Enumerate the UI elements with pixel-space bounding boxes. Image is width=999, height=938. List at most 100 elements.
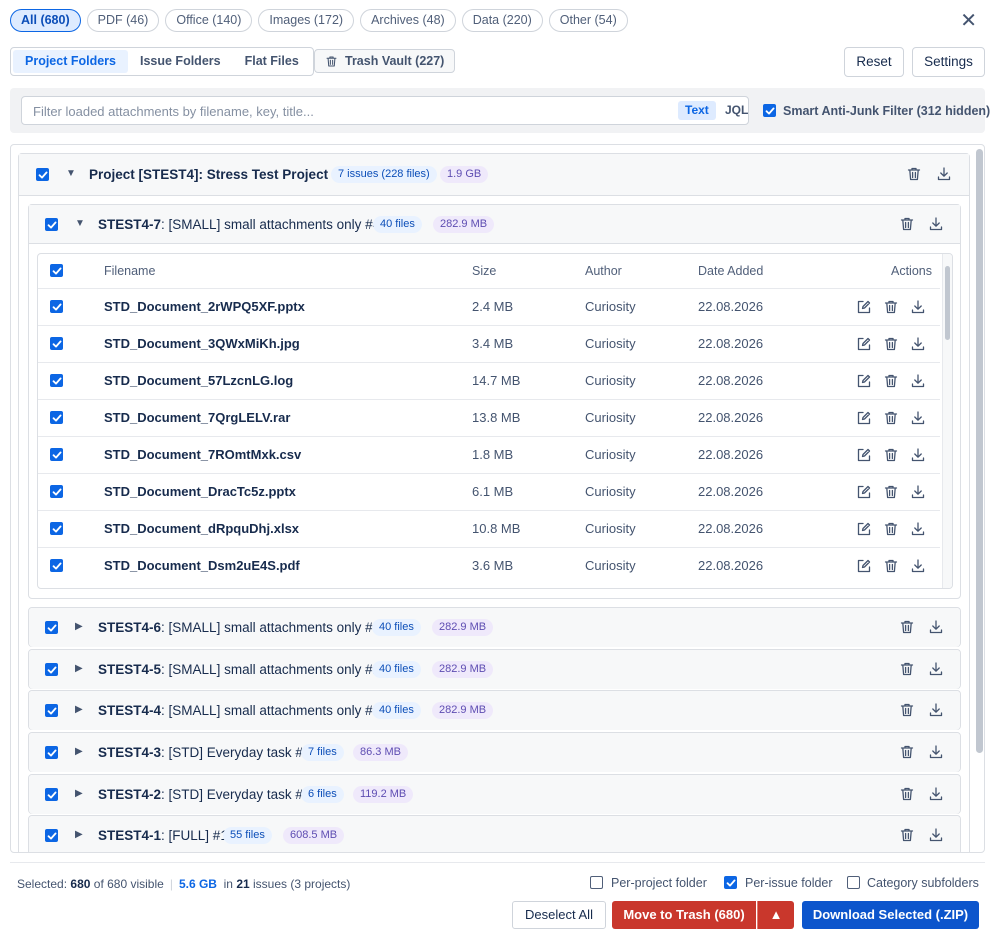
- trash-icon[interactable]: [883, 410, 899, 426]
- move-to-trash-button[interactable]: Move to Trash (680): [612, 901, 756, 929]
- download-icon[interactable]: [910, 299, 926, 315]
- header-size[interactable]: Size: [472, 254, 496, 288]
- issue-checkbox[interactable]: [45, 704, 58, 717]
- edit-icon[interactable]: [856, 447, 872, 463]
- download-icon[interactable]: [910, 521, 926, 537]
- download-icon[interactable]: [928, 661, 944, 677]
- download-icon[interactable]: [936, 166, 952, 182]
- expand-triangle-icon[interactable]: ▶: [75, 788, 83, 799]
- edit-icon[interactable]: [856, 373, 872, 389]
- per-project-folder-checkbox[interactable]: [590, 876, 603, 889]
- filter-chip-data[interactable]: Data (220): [461, 9, 543, 32]
- download-icon[interactable]: [910, 558, 926, 574]
- download-icon[interactable]: [928, 619, 944, 635]
- download-icon[interactable]: [910, 447, 926, 463]
- download-icon[interactable]: [928, 827, 944, 843]
- trash-options-dropdown[interactable]: ▲: [757, 901, 794, 929]
- trash-icon[interactable]: [883, 447, 899, 463]
- header-filename[interactable]: Filename: [104, 254, 155, 288]
- issue-checkbox[interactable]: [45, 788, 58, 801]
- category-subfolders-checkbox[interactable]: [847, 876, 860, 889]
- file-checkbox[interactable]: [50, 559, 63, 572]
- table-row[interactable]: STD_Document_7ROmtMxk.csv 1.8 MB Curiosi…: [38, 436, 940, 473]
- trash-icon[interactable]: [883, 521, 899, 537]
- deselect-all-button[interactable]: Deselect All: [512, 901, 606, 929]
- close-icon[interactable]: ✕: [960, 8, 977, 33]
- expand-triangle-icon[interactable]: ▶: [75, 829, 83, 840]
- download-icon[interactable]: [928, 216, 944, 232]
- collapse-triangle-icon[interactable]: ▼: [66, 168, 76, 179]
- collapse-triangle-icon[interactable]: ▼: [75, 218, 85, 229]
- filter-chip-other[interactable]: Other (54): [548, 9, 628, 32]
- trash-icon[interactable]: [883, 373, 899, 389]
- issue-checkbox[interactable]: [45, 829, 58, 842]
- issue-header[interactable]: ▶ STEST4-3: [STD] Everyday task #2 7 fil…: [29, 733, 960, 772]
- trash-icon[interactable]: [883, 484, 899, 500]
- issue-header[interactable]: ▶ STEST4-4: [SMALL] small attachments on…: [29, 691, 960, 730]
- download-icon[interactable]: [910, 410, 926, 426]
- trash-icon[interactable]: [899, 216, 915, 232]
- header-date[interactable]: Date Added: [698, 254, 763, 288]
- download-icon[interactable]: [910, 336, 926, 352]
- file-checkbox[interactable]: [50, 411, 63, 424]
- table-row[interactable]: STD_Document_DracTc5z.pptx 6.1 MB Curios…: [38, 473, 940, 510]
- search-mode-jql[interactable]: JQL: [718, 101, 755, 120]
- file-checkbox[interactable]: [50, 300, 63, 313]
- table-row[interactable]: STD_Document_57LzcnLG.log 14.7 MB Curios…: [38, 362, 940, 399]
- table-row[interactable]: STD_Document_7QrgLELV.rar 13.8 MB Curios…: [38, 399, 940, 436]
- edit-icon[interactable]: [856, 336, 872, 352]
- tab-issue-folders[interactable]: Issue Folders: [128, 50, 233, 73]
- file-checkbox[interactable]: [50, 522, 63, 535]
- trash-vault-button[interactable]: Trash Vault (227): [314, 49, 456, 73]
- file-checkbox[interactable]: [50, 485, 63, 498]
- issue-checkbox[interactable]: [45, 621, 58, 634]
- filter-chip-office[interactable]: Office (140): [165, 9, 253, 32]
- reset-button[interactable]: Reset: [844, 47, 904, 77]
- tab-flat-files[interactable]: Flat Files: [233, 50, 311, 73]
- expand-triangle-icon[interactable]: ▶: [75, 621, 83, 632]
- tab-project-folders[interactable]: Project Folders: [13, 50, 128, 73]
- filter-chip-archives[interactable]: Archives (48): [360, 9, 456, 32]
- table-row[interactable]: STD_Document_2rWPQ5XF.pptx 2.4 MB Curios…: [38, 288, 940, 325]
- issue-header[interactable]: ▼ STEST4-7: [SMALL] small attachments on…: [29, 205, 960, 244]
- download-icon[interactable]: [928, 702, 944, 718]
- issue-header[interactable]: ▶ STEST4-2: [STD] Everyday task #1 6 fil…: [29, 775, 960, 814]
- trash-icon[interactable]: [899, 827, 915, 843]
- trash-icon[interactable]: [883, 558, 899, 574]
- trash-icon[interactable]: [899, 786, 915, 802]
- download-selected-button[interactable]: Download Selected (.ZIP): [802, 901, 979, 929]
- issue-header[interactable]: ▶ STEST4-6: [SMALL] small attachments on…: [29, 608, 960, 647]
- table-scrollbar-thumb[interactable]: [945, 266, 950, 340]
- download-icon[interactable]: [928, 786, 944, 802]
- trash-icon[interactable]: [899, 619, 915, 635]
- trash-icon[interactable]: [883, 299, 899, 315]
- edit-icon[interactable]: [856, 521, 872, 537]
- table-row[interactable]: STD_Document_Dsm2uE4S.pdf 3.6 MB Curiosi…: [38, 547, 940, 584]
- file-checkbox[interactable]: [50, 448, 63, 461]
- filter-chip-all[interactable]: All (680): [10, 9, 81, 32]
- filter-chip-pdf[interactable]: PDF (46): [86, 9, 160, 32]
- issue-checkbox[interactable]: [45, 663, 58, 676]
- file-checkbox[interactable]: [50, 337, 63, 350]
- table-row[interactable]: STD_Document_3QWxMiKh.jpg 3.4 MB Curiosi…: [38, 325, 940, 362]
- download-icon[interactable]: [928, 744, 944, 760]
- trash-icon[interactable]: [899, 744, 915, 760]
- table-scrollbar[interactable]: [942, 254, 952, 588]
- trash-icon[interactable]: [899, 661, 915, 677]
- settings-button[interactable]: Settings: [912, 47, 985, 77]
- issue-header[interactable]: ▶ STEST4-5: [SMALL] small attachments on…: [29, 650, 960, 689]
- expand-triangle-icon[interactable]: ▶: [75, 704, 83, 715]
- anti-junk-checkbox[interactable]: [763, 104, 776, 117]
- expand-triangle-icon[interactable]: ▶: [75, 663, 83, 674]
- per-issue-folder-checkbox[interactable]: [724, 876, 737, 889]
- edit-icon[interactable]: [856, 558, 872, 574]
- issue-checkbox[interactable]: [45, 746, 58, 759]
- table-row[interactable]: STD_Document_dRpquDhj.xlsx 10.8 MB Curio…: [38, 510, 940, 547]
- edit-icon[interactable]: [856, 299, 872, 315]
- project-header[interactable]: ▼ Project [STEST4]: Stress Test Project …: [19, 154, 969, 196]
- select-all-files-checkbox[interactable]: [50, 264, 63, 277]
- download-icon[interactable]: [910, 373, 926, 389]
- search-input[interactable]: Filter loaded attachments by filename, k…: [21, 96, 749, 125]
- expand-triangle-icon[interactable]: ▶: [75, 746, 83, 757]
- edit-icon[interactable]: [856, 410, 872, 426]
